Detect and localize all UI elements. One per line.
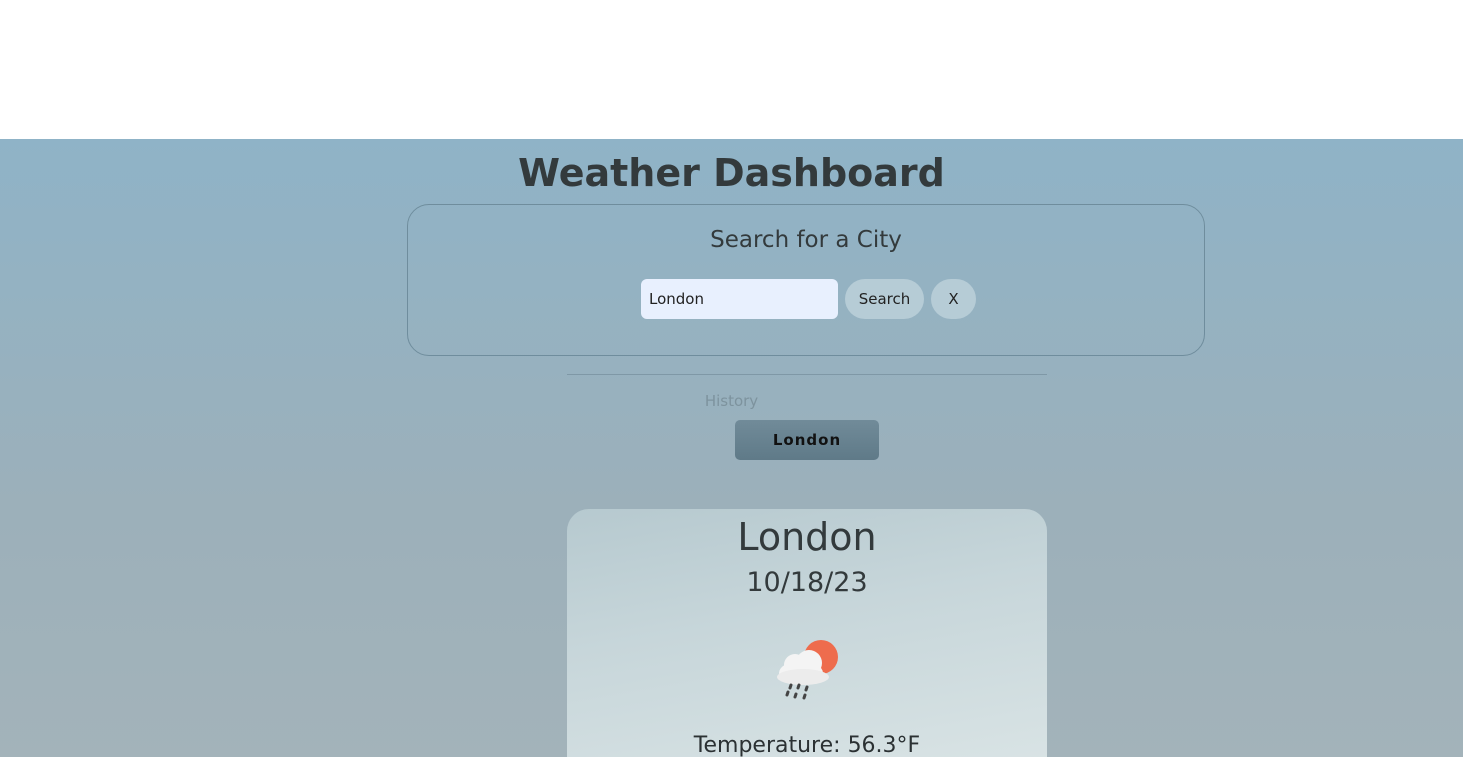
- search-panel: Search for a City Search X: [407, 204, 1205, 356]
- search-button[interactable]: Search: [845, 279, 924, 319]
- rain-cloud-sun-icon: [777, 640, 838, 700]
- temperature-label: Temperature:: [693, 733, 841, 757]
- search-heading: Search for a City: [710, 227, 902, 253]
- page: Weather Dashboard Search for a City Sear…: [0, 0, 1463, 757]
- current-weather-card: London 10/18/23 Temperature: 56.3°F: [567, 509, 1047, 757]
- current-date: 10/18/23: [746, 567, 868, 598]
- current-city-name: London: [737, 515, 877, 559]
- top-blank-area: [0, 0, 1463, 139]
- clear-button[interactable]: X: [931, 279, 976, 319]
- history-item-london[interactable]: London: [735, 420, 879, 460]
- temperature-value: 56.3°F: [847, 733, 921, 757]
- city-search-input[interactable]: [641, 279, 838, 319]
- history-label: History: [704, 392, 759, 410]
- weather-dashboard: Weather Dashboard Search for a City Sear…: [0, 139, 1463, 757]
- divider: [567, 374, 1047, 375]
- page-title: Weather Dashboard: [518, 151, 945, 195]
- current-temperature: Temperature: 56.3°F: [567, 733, 1047, 757]
